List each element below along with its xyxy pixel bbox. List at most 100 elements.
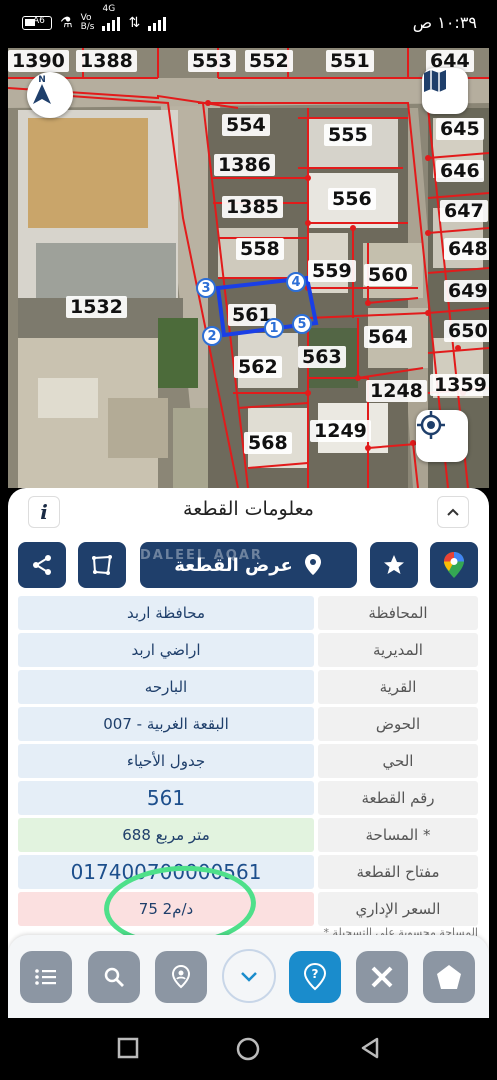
parcel-label[interactable]: 552 [245,50,293,72]
flask-icon: ⚗ [60,15,73,31]
parcel-vertex[interactable]: 1 [264,318,284,338]
parcel-label[interactable]: 647 [440,200,488,222]
share-icon [33,555,51,575]
map-layers-button[interactable] [422,68,468,114]
compass-button[interactable]: N [27,72,73,118]
info-row-parcel-number: 561 رقم القطعة [18,781,478,815]
battery-icon: A6 [22,16,52,30]
measure-button[interactable] [356,951,408,1003]
info-label: الحوض [318,707,478,741]
north-arrow-icon: N [33,75,51,104]
info-value: محافظة اربد [18,596,314,630]
show-parcel-label: عرض القطعة [174,554,293,576]
data-arrows-icon: ⇅ [128,15,141,31]
favorite-button[interactable] [370,542,418,588]
parcel-label[interactable]: 559 [308,260,356,282]
info-value: 561 [18,781,314,815]
expand-button[interactable] [222,949,276,1003]
system-navigation-bar [0,1018,497,1080]
parcel-label[interactable]: 646 [436,160,484,182]
info-value: اراضي اربد [18,633,314,667]
star-icon [384,555,404,574]
info-row-directorate: اراضي اربد المديرية [18,633,478,667]
parcel-label[interactable]: 562 [234,356,282,378]
parcel-label[interactable]: 1390 [8,50,69,72]
show-parcel-button[interactable]: عرض القطعة [140,542,357,588]
ruler-icon [371,966,393,988]
network-type: 4G [102,4,116,14]
parcel-label[interactable]: 648 [444,238,489,260]
info-value: البارحه [18,670,314,704]
parcel-label[interactable]: 1248 [366,380,427,402]
parcel-vertex[interactable]: 2 [202,326,222,346]
parcel-label[interactable]: 556 [328,188,376,210]
parcel-label[interactable]: 554 [222,114,270,136]
parcel-label[interactable]: 560 [364,264,412,286]
home-icon [437,965,461,989]
parcel-label[interactable]: 555 [324,124,372,146]
polygon-icon [92,555,112,575]
parcel-label[interactable]: 1359 [430,374,489,396]
marker-button[interactable] [155,951,207,1003]
back-icon[interactable] [358,1036,382,1060]
parcel-label[interactable]: 1385 [222,196,283,218]
help-button[interactable]: ? [289,951,341,1003]
map-icon [424,70,446,92]
google-maps-button[interactable] [430,542,478,588]
info-value: 688 متر مربع [18,818,314,852]
parcel-vertex[interactable]: 3 [196,278,216,298]
parcel-label[interactable]: 568 [244,432,292,454]
parcel-label[interactable]: 650 [444,320,489,342]
chevron-up-icon [447,508,459,516]
parcel-label[interactable]: 551 [326,50,374,72]
svg-text:?: ? [312,967,319,981]
list-icon [35,969,56,985]
parcel-vertex[interactable]: 5 [292,314,312,334]
home-circle-icon[interactable] [235,1036,261,1062]
info-row-governorate: محافظة اربد المحافظة [18,596,478,630]
parcel-label[interactable]: 563 [298,346,346,368]
info-label: المديرية [318,633,478,667]
crosshair-icon [417,411,445,439]
boundary-button[interactable] [78,542,126,588]
signal-strength-2-icon [148,15,167,31]
share-button[interactable] [18,542,66,588]
search-button[interactable] [88,951,140,1003]
clock: ١٠:٣٩ ص [412,13,477,32]
parcel-label[interactable]: 558 [236,238,284,260]
bottom-navigation: ? [8,935,489,1018]
parcel-label[interactable]: 649 [444,280,489,302]
parcel-label[interactable]: 1386 [214,154,275,176]
status-bar: A6 ⚗ Vo B/s 4G ⇅ ١٠:٣٩ ص [0,0,497,48]
google-maps-icon [444,552,464,578]
collapse-button[interactable] [437,496,469,528]
recents-icon[interactable] [116,1036,140,1060]
parcel-label[interactable]: 553 [188,50,236,72]
parcel-label[interactable]: 1532 [66,296,127,318]
signal-strength-icon: 4G [102,5,121,31]
info-row-parcel-key: 017400700000561 مفتاح القطعة [18,855,478,889]
help-icon: ? [303,962,327,991]
info-row-area: 688 متر مربع المساحة * [18,818,478,852]
parcel-label[interactable]: 1388 [76,50,137,72]
search-icon [104,967,124,987]
location-pin-icon [304,554,321,575]
parcel-label[interactable]: 564 [364,326,412,348]
network-speed: Vo B/s [81,14,95,32]
info-row-district: جدول الأحياء الحي [18,744,478,778]
satellite-map[interactable]: 1390 1388 553 552 551 644 554 555 645 13… [8,48,489,488]
battery-level: A6 [33,16,45,26]
parcel-info-table: محافظة اربد المحافظة اراضي اربد المديرية… [18,596,478,929]
info-label: القرية [318,670,478,704]
home-button[interactable] [423,951,475,1003]
parcel-vertex[interactable]: 4 [286,272,306,292]
status-icons: A6 ⚗ Vo B/s 4G ⇅ [22,5,167,32]
info-row-basin: البقعة الغربية - 007 الحوض [18,707,478,741]
parcel-label[interactable]: 1249 [310,420,371,442]
info-value: البقعة الغربية - 007 [18,707,314,741]
parcel-label[interactable]: 645 [436,118,484,140]
list-button[interactable] [20,951,72,1003]
info-label: السعر الإداري [318,892,478,926]
locate-me-button[interactable] [416,410,468,462]
info-label: مفتاح القطعة [318,855,478,889]
